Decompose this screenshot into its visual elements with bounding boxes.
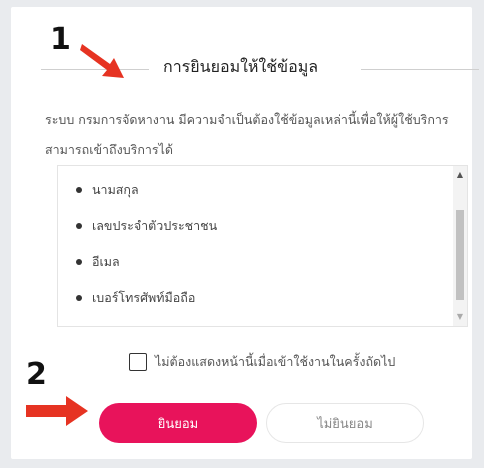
- list-item: เบอร์โทรศัพท์มือถือ: [76, 280, 467, 316]
- scrollbar-thumb[interactable]: [456, 210, 464, 300]
- bullet-icon: [76, 259, 82, 265]
- list-item: นามสกุล: [76, 172, 467, 208]
- decline-button[interactable]: ไม่ยินยอม: [266, 403, 424, 443]
- remember-consent[interactable]: ไม่ต้องแสดงหน้านี้เมื่อเข้าใช้งานในครั้ง…: [129, 352, 395, 372]
- accept-button[interactable]: ยินยอม: [99, 403, 257, 443]
- bullet-icon: [76, 223, 82, 229]
- step-2-label: 2: [26, 357, 47, 392]
- step-1-arrow-icon: [80, 44, 124, 78]
- title-divider-right: [361, 69, 479, 70]
- list-item-label: นามสกุล: [92, 182, 139, 197]
- list-item-label: เบอร์โทรศัพท์มือถือ: [92, 290, 196, 305]
- step-1-label: 1: [50, 22, 71, 57]
- scroll-up-icon[interactable]: ▲: [453, 168, 467, 182]
- list-item: อีเมล: [76, 244, 467, 280]
- checkbox-label: ไม่ต้องแสดงหน้านี้เมื่อเข้าใช้งานในครั้ง…: [155, 354, 396, 369]
- data-items-list[interactable]: นามสกุล เลขประจำตัวประชาชน อีเมล เบอร์โท…: [57, 165, 468, 327]
- list-item: เลขประจำตัวประชาชน: [76, 208, 467, 244]
- remember-checkbox[interactable]: [129, 353, 147, 371]
- scroll-down-icon[interactable]: ▼: [453, 310, 467, 324]
- list-item-label: เลขประจำตัวประชาชน: [92, 218, 218, 233]
- step-2-arrow-icon: [26, 396, 88, 426]
- scrollbar[interactable]: ▲ ▼: [453, 166, 467, 326]
- list-item-label: อีเมล: [92, 254, 120, 269]
- dialog-title: การยินยอมให้ใช้ข้อมูล: [163, 57, 319, 76]
- bullet-icon: [76, 295, 82, 301]
- list: นามสกุล เลขประจำตัวประชาชน อีเมล เบอร์โท…: [58, 166, 467, 316]
- dialog-description: ระบบ กรมการจัดหางาน มีความจำเป็นต้องใช้ข…: [45, 112, 449, 157]
- bullet-icon: [76, 187, 82, 193]
